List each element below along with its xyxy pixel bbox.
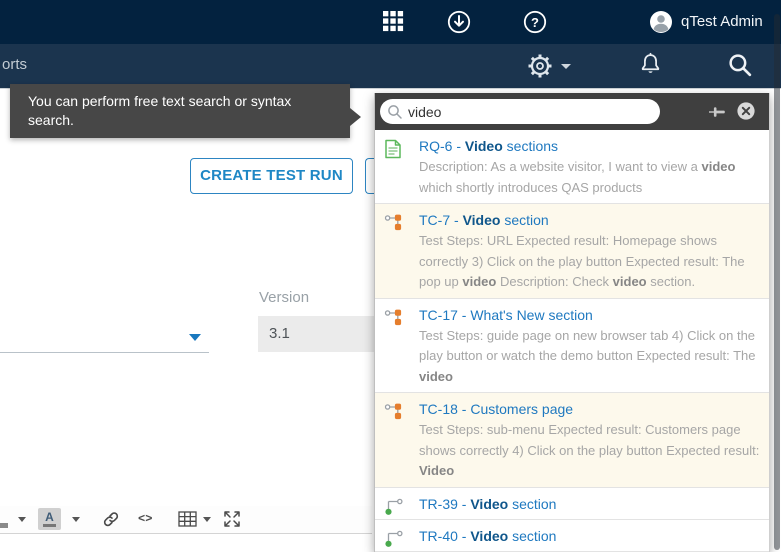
toolbar-caret-icon[interactable] xyxy=(18,517,26,522)
breadcrumb[interactable]: orts xyxy=(2,56,27,73)
version-value-field: 3.1 xyxy=(258,316,378,352)
clipped-toolbar-icon xyxy=(0,523,8,528)
result-link[interactable]: TC-7 - Video section xyxy=(419,211,761,230)
result-snippet: Test Steps: sub-menu Expected result: Cu… xyxy=(419,420,761,482)
settings-gear-icon[interactable] xyxy=(526,52,554,85)
notifications-bell-icon[interactable] xyxy=(637,51,664,84)
testrun-icon xyxy=(384,497,404,517)
result-snippet: Test Steps: URL Expected result: Homepag… xyxy=(419,231,761,293)
result-snippet: Description: As a website visitor, I wan… xyxy=(419,157,761,198)
search-result-row[interactable]: TC-17 - What's New sectionTest Steps: gu… xyxy=(375,299,769,394)
result-snippet: Test Steps: guide page on new browser ta… xyxy=(419,326,761,388)
project-nav-bar: orts xyxy=(0,44,781,89)
search-result-row[interactable]: RQ-6 - Video sectionsDescription: As a w… xyxy=(375,130,769,204)
search-input-pill[interactable] xyxy=(380,99,660,124)
testcase-icon xyxy=(384,213,404,233)
requirement-icon xyxy=(384,139,404,159)
search-input[interactable] xyxy=(406,100,655,124)
text-color-button[interactable]: A xyxy=(38,508,61,530)
top-app-bar: ? qTest Admin xyxy=(0,0,781,44)
search-tooltip: You can perform free text search or synt… xyxy=(10,84,350,138)
result-link[interactable]: TC-18 - Customers page xyxy=(419,400,761,419)
app-grid-icon[interactable] xyxy=(383,11,405,38)
text-color-bar xyxy=(43,524,56,527)
tooltip-text: You can perform free text search or synt… xyxy=(28,93,291,128)
maximize-icon[interactable] xyxy=(223,506,241,532)
testcase-icon xyxy=(384,308,404,328)
version-label: Version xyxy=(259,289,309,306)
svg-text:?: ? xyxy=(531,15,539,30)
user-avatar-icon[interactable] xyxy=(648,9,674,40)
link-icon[interactable] xyxy=(100,506,122,532)
toolbar-caret-icon[interactable] xyxy=(72,517,80,522)
search-results-list: RQ-6 - Video sectionsDescription: As a w… xyxy=(375,130,769,552)
vertical-scrollbar[interactable] xyxy=(774,14,780,550)
create-test-run-button[interactable]: CREATE TEST RUN xyxy=(190,158,353,194)
dropdown-underline xyxy=(0,352,209,353)
qtest-app-window: ? qTest Admin orts xyxy=(0,0,781,552)
search-results-panel: RQ-6 - Video sectionsDescription: As a w… xyxy=(374,93,770,552)
result-link[interactable]: TC-17 - What's New section xyxy=(419,306,761,325)
download-icon[interactable] xyxy=(446,9,472,40)
user-name[interactable]: qTest Admin xyxy=(681,13,763,30)
close-icon[interactable] xyxy=(736,101,756,126)
settings-caret-icon[interactable] xyxy=(561,64,571,69)
result-link[interactable]: TR-39 - Video section xyxy=(419,495,761,514)
testrun-icon xyxy=(384,529,404,549)
search-result-row[interactable]: TR-39 - Video section xyxy=(375,488,769,520)
rich-text-editor-toolbar: A <> xyxy=(0,506,372,534)
result-link[interactable]: RQ-6 - Video sections xyxy=(419,137,761,156)
testcase-icon xyxy=(384,402,404,422)
global-search-icon[interactable] xyxy=(727,52,754,84)
result-link[interactable]: TR-40 - Video section xyxy=(419,527,761,546)
help-icon[interactable]: ? xyxy=(522,9,548,40)
table-icon[interactable] xyxy=(178,506,198,532)
pin-icon[interactable] xyxy=(707,102,727,127)
search-panel-header xyxy=(375,93,769,130)
search-icon xyxy=(387,104,403,125)
toolbar-caret-icon[interactable] xyxy=(203,517,211,522)
text-color-label: A xyxy=(45,511,54,523)
source-code-icon[interactable]: <> xyxy=(138,506,152,532)
dropdown-caret-icon[interactable] xyxy=(189,334,201,341)
tooltip-arrow xyxy=(350,108,361,126)
search-result-row[interactable]: TC-7 - Video sectionTest Steps: URL Expe… xyxy=(375,204,769,299)
search-result-row[interactable]: TC-18 - Customers pageTest Steps: sub-me… xyxy=(375,393,769,488)
search-result-row[interactable]: TR-40 - Video section xyxy=(375,520,769,552)
